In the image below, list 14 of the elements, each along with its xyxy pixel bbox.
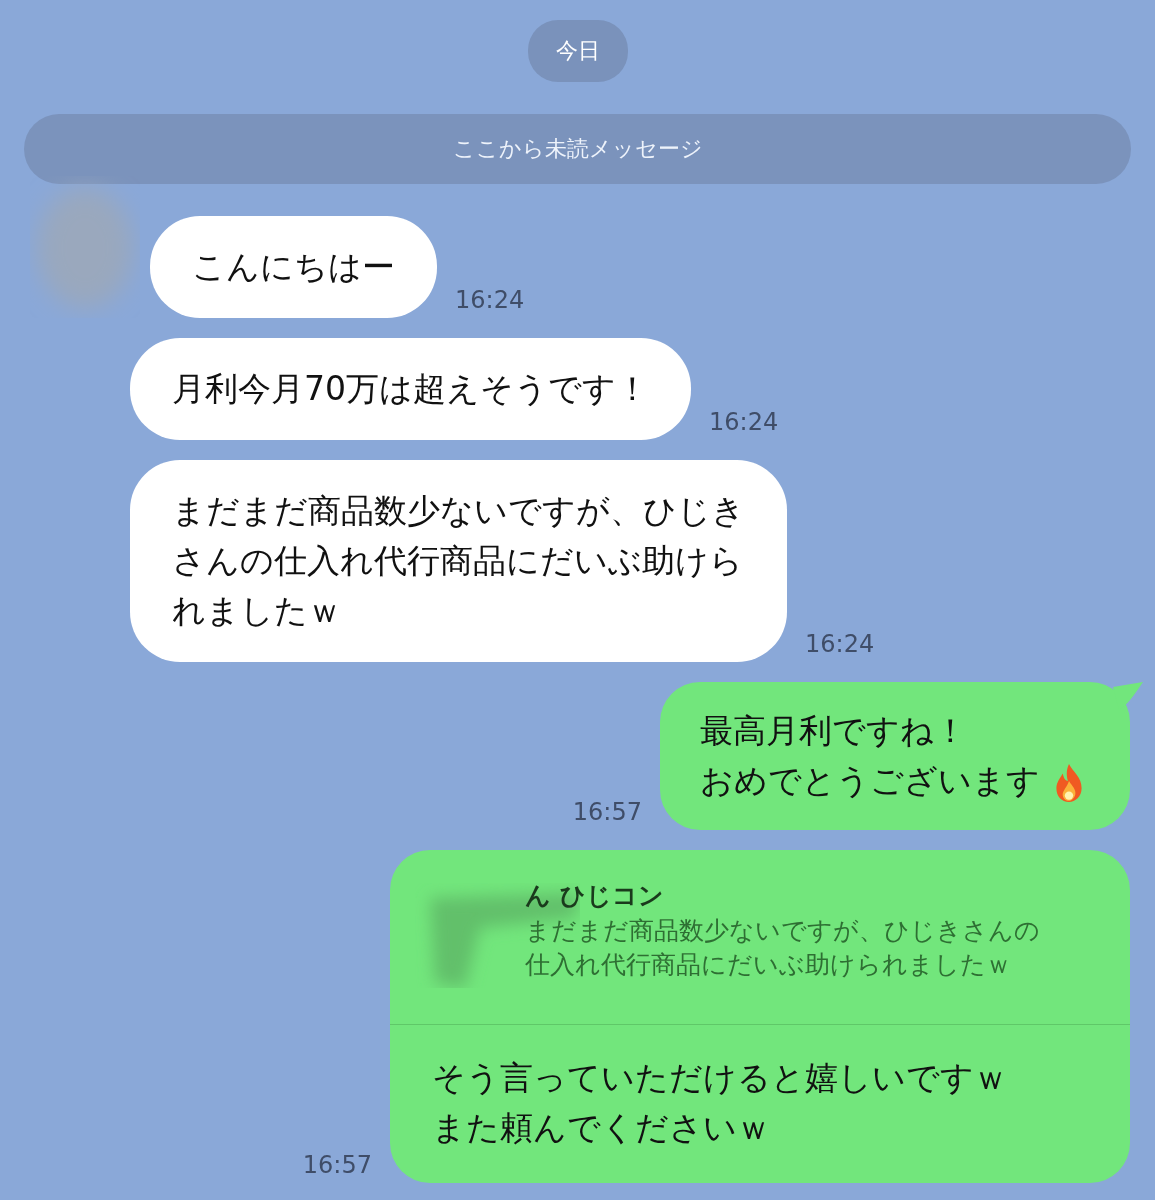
unread-divider: ここから未読メッセージ (24, 114, 1131, 184)
message-time: 16:57 (302, 1151, 372, 1179)
reply-text: そう言っていただけると嬉しいですｗ また頼んでくださいｗ (431, 1057, 1008, 1149)
message-time: 16:24 (709, 408, 779, 436)
message-bubble: 月利今月70万は超えそうです！ (130, 338, 691, 440)
message-bubble: 最高月利ですね！ おめでとうございます (660, 682, 1130, 830)
message-time: 16:24 (805, 630, 875, 658)
message-bubble: まだまだ商品数少ないですが、ひじき さんの仕入れ代行商品にだいぶ助けら れましたｗ (130, 460, 787, 662)
date-chip: 今日 (527, 20, 628, 82)
message-time: 16:24 (455, 286, 525, 314)
message-time: 16:57 (572, 798, 642, 826)
message-bubble: こんにちはー (150, 216, 437, 318)
quoted-sender: ん ひじコン (525, 880, 665, 912)
quoted-message: まだまだ商品数少ないですが、ひじきさんの 仕入れ代行商品にだいぶ助けられましたｗ (525, 915, 1041, 981)
